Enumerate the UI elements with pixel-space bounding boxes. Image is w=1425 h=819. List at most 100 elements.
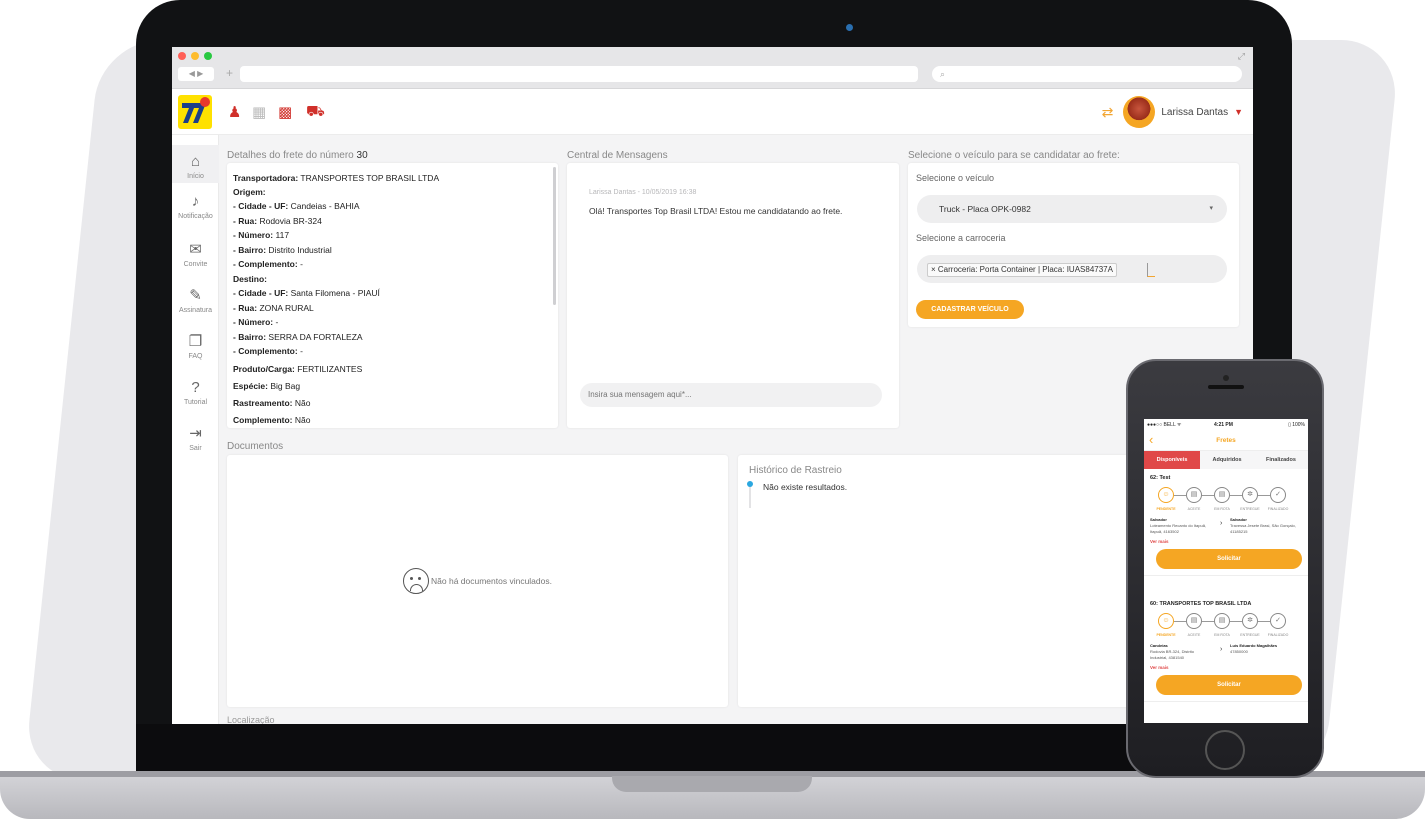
detail-value: Candeias - BAHIA [288,201,360,211]
tab-adquiridos[interactable]: Adquiridos [1200,451,1254,469]
arrow-right-icon: › [1220,520,1223,527]
messages-card: Larissa Dantas - 10/05/2019 16:38 Olá! T… [567,163,899,428]
body-select[interactable]: × Carroceria: Porta Container | Placa: I… [917,255,1227,283]
detail-row: - Número: 117 [233,230,289,240]
detail-row: - Rua: ZONA RURAL [233,303,314,313]
from-address: Loteamento Recanto do Itapuã, Itapuã, 41… [1150,523,1207,534]
request-button[interactable]: Solicitar [1156,675,1302,695]
sidebar-item-convite[interactable]: ✉ Convite [172,241,219,268]
sidebar-item-assinatura[interactable]: ✎ Assinatura [172,287,219,314]
detail-key: Espécie: [233,380,268,391]
user-icon[interactable]: ♟ [228,103,241,121]
sidebar-item-notificacao[interactable]: ♪ Notificação [172,193,219,220]
detail-value: Big Bag [267,380,301,391]
fullscreen-icon[interactable]: ⤢ [1238,51,1245,62]
step-label: ENTREGUE [1240,633,1260,637]
history-empty-text: Não existe resultados. [763,482,848,492]
vehicle-select[interactable]: Truck - Placa OPK-0982 ▾ [917,195,1227,223]
factory-icon[interactable]: ▩ [278,103,292,121]
phone-title-bar: ‹ Fretes [1144,431,1308,451]
detail-row: Espécie: Big Bag [233,381,300,391]
sidebar-item-label: Tutorial [183,399,208,406]
message-text: Olá! Transportes Top Brasil LTDA! Estou … [589,206,843,216]
location-title: Localização [227,715,275,724]
mockup-stage: ◀ ▶ + ⌕ ⤢ ♟ ▦ ▩ ⛟ ⇄ Larissa Dantas ▼ ⌂ I… [0,0,1425,819]
close-window-button[interactable] [178,52,186,60]
detail-key: Origem: [233,187,266,197]
history-title: Histórico de Rastreio [749,465,842,476]
laptop-bottom-bezel [136,724,1292,776]
message-input[interactable] [580,383,882,407]
browser-search-bar[interactable]: ⌕ [932,66,1242,82]
timeline-dot [747,481,753,487]
sidebar-item-label: Assinatura [178,307,213,314]
details-scrollbar[interactable] [553,167,556,305]
phone-speaker [1208,385,1244,389]
user-menu[interactable]: ⇄ Larissa Dantas ▼ [1102,95,1243,129]
url-bar[interactable] [240,66,918,82]
to-address: 47850000 [1230,649,1248,654]
sidebar-item-sair[interactable]: ⇥ Sair [172,425,219,452]
detail-value: - [297,346,303,357]
body-chip[interactable]: × Carroceria: Porta Container | Placa: I… [927,263,1117,277]
see-more-link[interactable]: Ver mais [1150,539,1169,544]
detail-row: Destino: [233,274,267,284]
sidebar-item-faq[interactable]: ❐ FAQ [172,333,219,360]
detail-row: - Complemento: - [233,259,303,269]
new-tab-button[interactable]: + [226,66,233,80]
documents-empty-state: Não há documentos vinculados. [227,455,728,707]
swap-arrows-icon[interactable]: ⇄ [1102,104,1114,121]
step-label: FINALIZADO [1267,507,1289,511]
request-button[interactable]: Solicitar [1156,549,1302,569]
sidebar-item-label: Sair [189,445,202,452]
detail-key: - Bairro: [233,244,267,255]
phone-home-button[interactable] [1205,730,1245,770]
timeline-line [749,484,751,508]
step-accepted-icon: ▤ [1186,613,1202,629]
back-forward-buttons[interactable]: ◀ ▶ [178,67,214,81]
freight-number: 30 [356,150,368,161]
sidebar-item-inicio[interactable]: ⌂ Início [172,145,219,183]
status-time: 4:21 PM [1214,422,1233,428]
detail-key: - Complemento: [233,346,298,357]
laptop-screen: ◀ ▶ + ⌕ ⤢ ♟ ▦ ▩ ⛟ ⇄ Larissa Dantas ▼ ⌂ I… [172,47,1253,724]
detail-key: - Complemento: [233,259,298,270]
avatar[interactable] [1123,96,1156,128]
documents-title: Documentos [227,441,284,452]
detail-row: Complemento: Não [233,415,310,425]
vehicle-label: Selecione o veículo [916,173,995,183]
detail-value: Distrito Industrial [266,244,332,255]
building-icon[interactable]: ▦ [252,103,266,121]
detail-key: - Bairro: [233,331,267,342]
register-vehicle-button[interactable]: CADASTRAR VEÍCULO [916,300,1024,319]
truck-icon[interactable]: ⛟ [306,103,325,122]
caret-down-icon[interactable]: ▼ [1234,107,1243,117]
app-logo[interactable] [178,95,212,129]
step-label: EM ROTA [1214,507,1230,511]
step-label: ENTREGUE [1240,507,1260,511]
detail-row: Produto/Carga: FERTILIZANTES [233,364,362,374]
card-divider [1144,701,1308,702]
detail-value: ZONA RURAL [257,302,314,313]
tab-disponiveis[interactable]: Disponíveis [1144,451,1200,469]
step-pending-icon: ☺ [1158,613,1174,629]
detail-key: - Número: [233,317,274,328]
detail-value: TRANSPORTES TOP BRASIL LTDA [298,173,440,183]
sad-face-icon [403,568,430,594]
to-address: Travessa Jesete Brasi, São Gonçalo, 4118… [1230,523,1296,534]
details-card: Transportadora: TRANSPORTES TOP BRASIL L… [227,163,558,428]
card-divider [1144,575,1308,576]
sidebar-item-label: Convite [183,261,208,268]
detail-row: - Cidade - UF: Santa Filomena - PIAUÍ [233,288,380,298]
see-more-link[interactable]: Ver mais [1150,665,1169,670]
user-name[interactable]: Larissa Dantas [1161,107,1228,118]
tab-finalizados[interactable]: Finalizados [1254,451,1308,469]
detail-value: - [273,317,279,328]
detail-value: Santa Filomena - PIAUÍ [288,288,380,298]
step-connector [1174,621,1186,622]
help-icon: ? [191,379,200,396]
minimize-window-button[interactable] [191,52,199,60]
maximize-window-button[interactable] [204,52,212,60]
sidebar-item-tutorial[interactable]: ? Tutorial [172,379,219,406]
detail-key: - Número: [233,230,274,241]
